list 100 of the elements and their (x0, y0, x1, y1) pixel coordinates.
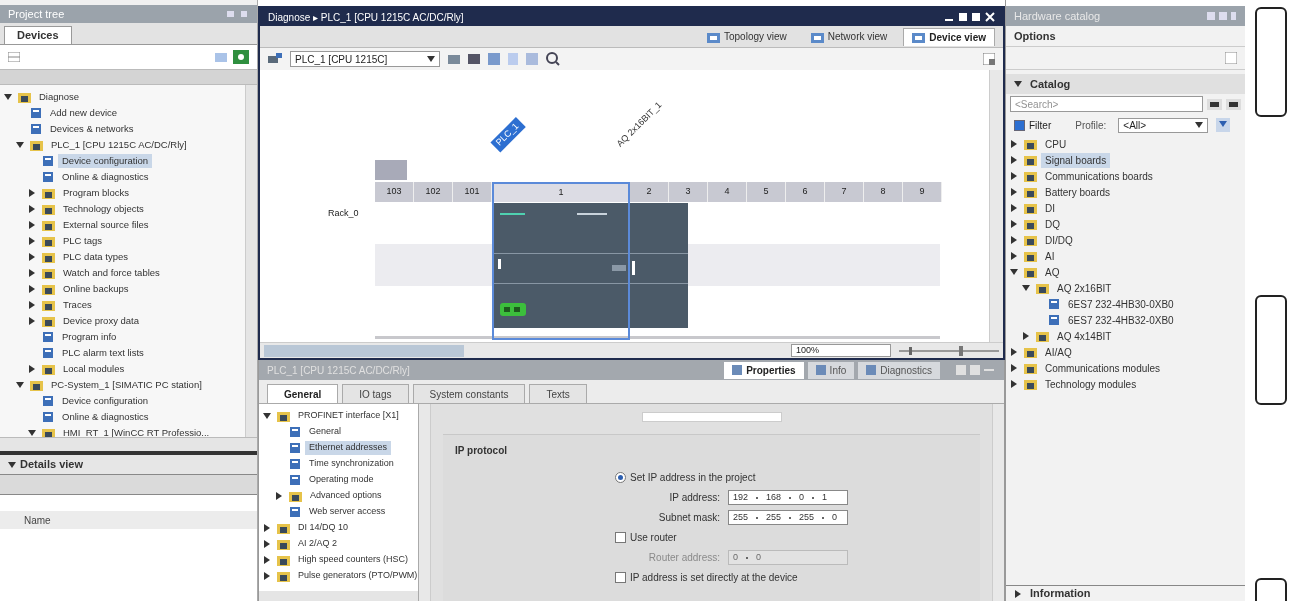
inspector-tab[interactable]: Info (807, 361, 855, 379)
tree-item[interactable]: General (305, 425, 346, 439)
slot-header[interactable]: 9 (903, 182, 942, 202)
tree-item[interactable]: Battery boards (1041, 184, 1115, 200)
slot-header[interactable]: 8 (864, 182, 903, 202)
panel-title: Project tree (8, 6, 65, 22)
ip-field[interactable]: 192 168 0 1 (728, 490, 848, 505)
field-label: Subnet mask: (657, 511, 720, 525)
view-tab[interactable]: Device view (903, 27, 995, 46)
tree-item[interactable]: AQ 2x16BIT (1053, 280, 1116, 296)
tree-item[interactable]: 6ES7 232-4HB30-0XB0 (1064, 296, 1178, 312)
tree-item[interactable]: Pulse generators (PTO/PWM) (294, 569, 418, 583)
tree-item[interactable]: PC-System_1 [SIMATIC PC station] (47, 377, 206, 393)
tree-item[interactable]: Technology objects (59, 201, 148, 217)
tree-item[interactable]: Online & diagnostics (58, 409, 153, 425)
field-label: Profile: (1075, 118, 1107, 133)
tree-item[interactable]: Technology modules (1041, 376, 1141, 392)
slot-header[interactable]: 103 (375, 182, 414, 202)
settings-tab[interactable]: System constants (412, 384, 526, 403)
tree-item[interactable]: Device configuration (58, 393, 153, 409)
ip-octet: 0 (832, 510, 838, 524)
tree-item[interactable]: Online & diagnostics (58, 169, 153, 185)
option-label: IP address is set directly at the device (630, 571, 798, 585)
tree-item[interactable]: PLC_1 [CPU 1215C AC/DC/Rly] (47, 137, 191, 153)
tree-item[interactable]: 6ES7 232-4HB32-0XB0 (1064, 312, 1178, 328)
tree-item[interactable]: PLC tags (59, 233, 107, 249)
settings-tab[interactable]: General (267, 384, 339, 403)
tree-item[interactable]: Diagnose (35, 89, 84, 105)
slot-header[interactable]: 3 (669, 182, 708, 202)
tree-item[interactable]: External source files (59, 217, 153, 233)
tree-item[interactable]: Communications boards (1041, 168, 1157, 184)
panel-title: Details view (20, 457, 83, 473)
tree-item[interactable]: Traces (59, 297, 96, 313)
tree-item[interactable]: PLC alarm text lists (58, 345, 148, 361)
option-label: Set IP address in the project (630, 471, 756, 485)
view-tab[interactable]: Network view (802, 27, 896, 46)
tree-item[interactable]: Communications modules (1041, 360, 1165, 376)
profile-dropdown[interactable]: <All> (1118, 117, 1209, 133)
ip-octet: 168 (766, 490, 782, 504)
tree-item[interactable]: Device proxy data (59, 313, 144, 329)
options-header: Options (1013, 28, 1057, 44)
section-title: IP protocol (455, 444, 509, 458)
slot-header[interactable]: 4 (708, 182, 747, 202)
zoom-field[interactable]: 100% (791, 344, 891, 357)
slot-header[interactable]: 101 (453, 182, 492, 202)
tree-item[interactable]: High speed counters (HSC) (294, 553, 413, 567)
slot-header[interactable]: 7 (825, 182, 864, 202)
slot-header[interactable]: 2 (630, 182, 669, 202)
devices-tab[interactable]: Devices (4, 26, 72, 44)
slot-header[interactable]: 102 (414, 182, 453, 202)
inspector-tab[interactable]: Properties (724, 361, 804, 379)
ip-field[interactable]: 255 255 255 0 (728, 510, 848, 525)
ip-octet: 1 (822, 490, 828, 504)
tree-item[interactable]: Operating mode (305, 473, 378, 487)
inspector-tab[interactable]: Diagnostics (858, 361, 940, 379)
slot-header[interactable]: 1 (492, 182, 630, 202)
tree-item[interactable]: DI (1041, 200, 1059, 216)
window-title: Diagnose ▸ PLC_1 [CPU 1215C AC/DC/Rly] (268, 10, 464, 25)
tree-item[interactable]: DI 14/DQ 10 (294, 521, 353, 535)
tree-item[interactable]: Watch and force tables (59, 265, 164, 281)
tree-item[interactable]: DI/DQ (1041, 232, 1077, 248)
tree-item[interactable]: Ethernet addresses (305, 441, 392, 455)
tree-item[interactable]: Program info (58, 329, 121, 345)
tree-item[interactable]: AI 2/AQ 2 (294, 537, 342, 551)
slot-header[interactable]: 5 (747, 182, 786, 202)
settings-tab[interactable]: IO tags (342, 384, 409, 403)
tree-item[interactable]: PROFINET interface [X1] (294, 409, 403, 423)
tree-item[interactable]: Program blocks (59, 185, 133, 201)
tree-item[interactable]: AI/AQ (1041, 344, 1076, 360)
tree-item[interactable]: Time synchronization (305, 457, 398, 471)
search-field[interactable]: <Search> (1010, 96, 1203, 112)
tree-item[interactable]: Web server access (305, 505, 390, 519)
settings-tab[interactable]: Texts (529, 384, 587, 403)
device-dropdown[interactable]: PLC_1 [CPU 1215C] (290, 51, 440, 67)
tree-item[interactable]: Local modules (59, 361, 129, 377)
field-label: Router address: (647, 551, 720, 565)
option-label: Filter (1029, 118, 1052, 133)
tree-item[interactable]: AQ (1041, 264, 1064, 280)
tree-item[interactable]: DQ (1041, 216, 1064, 232)
tree-item[interactable]: Add new device (46, 105, 122, 121)
ip-octet: 255 (799, 510, 815, 524)
section-title: Information (1030, 586, 1091, 601)
section-title: Catalog (1030, 76, 1071, 92)
tree-item[interactable]: CPU (1041, 136, 1071, 152)
tree-item[interactable]: AI (1041, 248, 1059, 264)
slot-header[interactable]: 6 (786, 182, 825, 202)
tree-item[interactable]: Online backups (59, 281, 133, 297)
column-header: Name (24, 513, 51, 528)
tree-item[interactable]: Advanced options (306, 489, 386, 503)
tree-item[interactable]: AQ 4x14BIT (1053, 328, 1116, 344)
tree-item[interactable]: Devices & networks (46, 121, 138, 137)
view-tab[interactable]: Topology view (699, 27, 795, 46)
tree-item[interactable]: HMI_RT_1 [WinCC RT Professio... (59, 425, 214, 437)
tree-item[interactable]: Device configuration (58, 153, 153, 169)
ip-octet: 0 (756, 550, 762, 564)
ip-octet: 255 (733, 510, 749, 524)
inspector-title: PLC_1 [CPU 1215C AC/DC/Rly] (267, 363, 410, 378)
ip-octet: 0 (733, 550, 738, 564)
tree-item[interactable]: Signal boards (1041, 152, 1111, 168)
tree-item[interactable]: PLC data types (59, 249, 132, 265)
